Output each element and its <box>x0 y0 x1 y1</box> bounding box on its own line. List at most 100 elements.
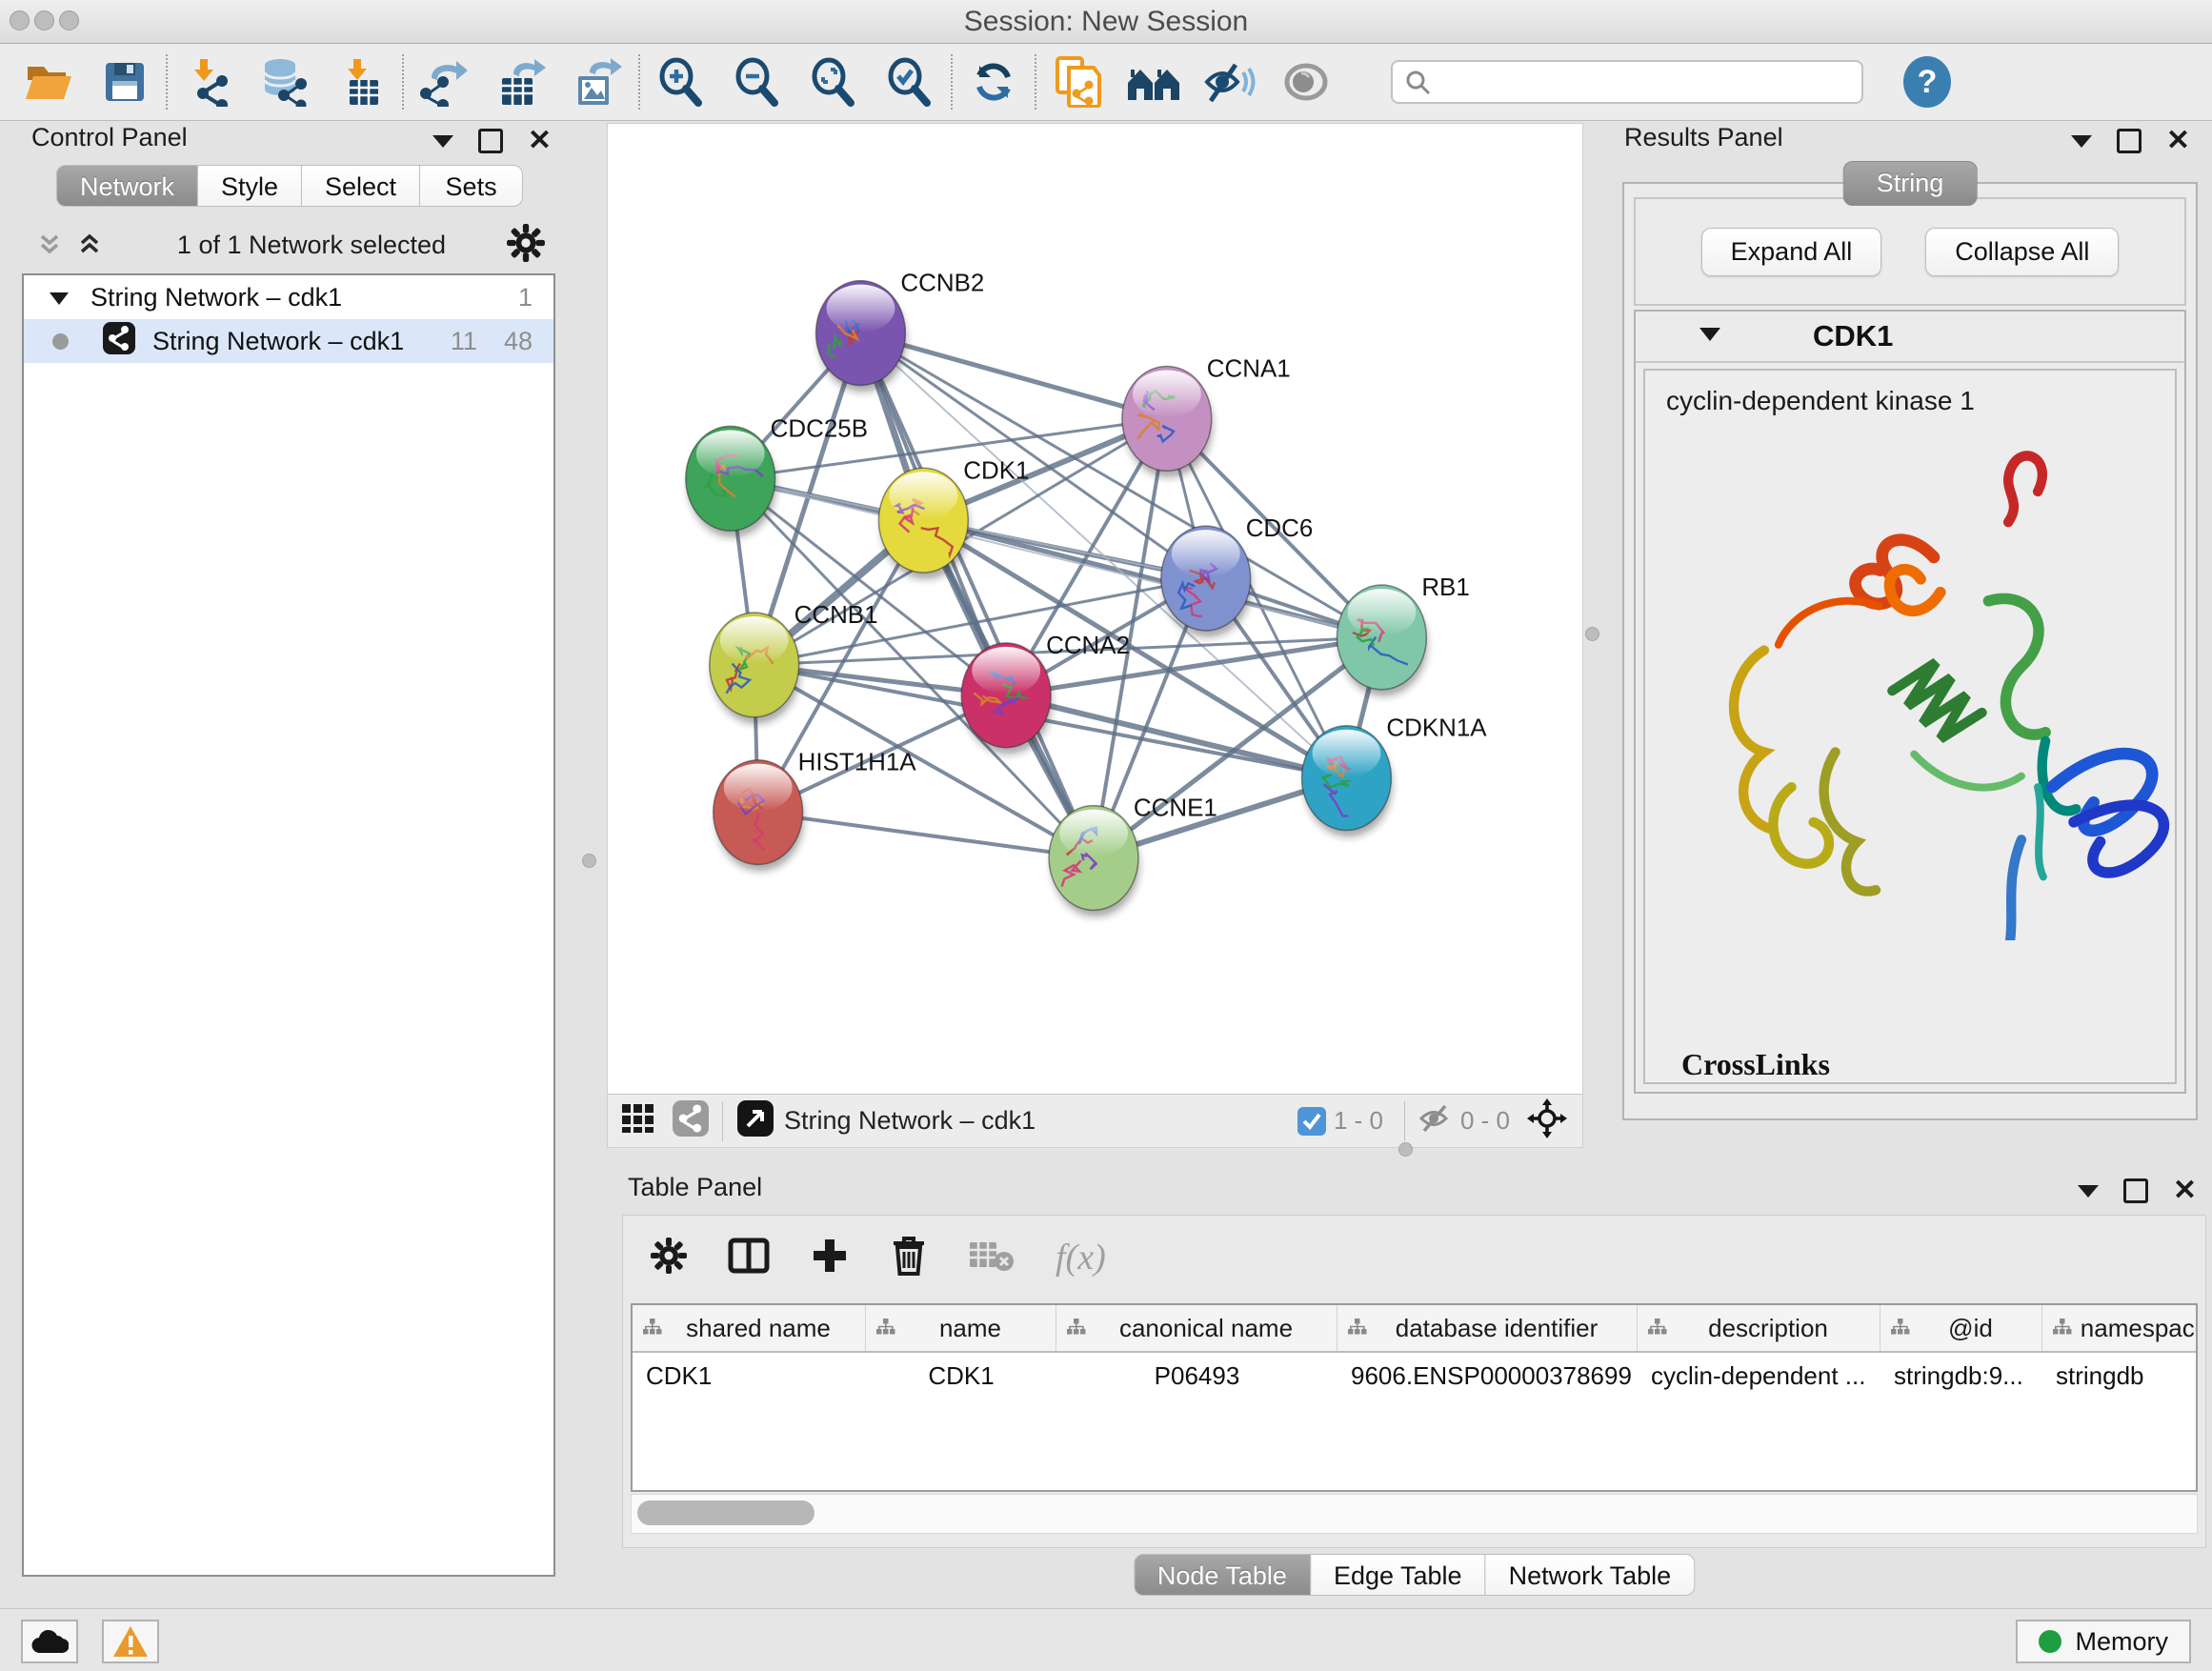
import-database-icon[interactable] <box>257 54 312 110</box>
control-tab-style[interactable]: Style <box>198 165 302 207</box>
open-session-icon[interactable] <box>21 54 76 110</box>
table-cell[interactable]: stringdb:9... <box>1880 1361 2042 1391</box>
column-header-name[interactable]: name <box>866 1305 1056 1351</box>
node-ccna1[interactable] <box>1122 366 1213 477</box>
collapse-all-icon[interactable] <box>37 232 62 257</box>
export-network-icon[interactable] <box>417 54 473 110</box>
import-network-icon[interactable] <box>181 54 236 110</box>
import-table-icon[interactable] <box>333 54 389 110</box>
network-selected-status: 1 of 1 Network selected <box>117 231 506 260</box>
close-panel-icon[interactable]: ✕ <box>2166 131 2190 151</box>
table-settings-gear-icon[interactable] <box>650 1237 688 1279</box>
zoom-in-icon[interactable] <box>654 54 709 110</box>
node-rb1[interactable] <box>1337 585 1428 696</box>
detach-view-icon[interactable] <box>736 1099 774 1142</box>
save-session-icon[interactable] <box>97 54 152 110</box>
help-icon[interactable]: ? <box>1903 56 1951 108</box>
node-cdk1[interactable] <box>878 468 969 579</box>
control-panel-title: Control Panel <box>31 123 188 152</box>
expand-all-icon[interactable] <box>77 232 102 257</box>
memory-button[interactable]: Memory <box>2016 1620 2191 1663</box>
column-header-database-identifier[interactable]: database identifier <box>1337 1305 1638 1351</box>
selected-checkbox-icon[interactable] <box>1297 1107 1326 1136</box>
tree-expander-icon[interactable] <box>49 283 70 312</box>
control-tab-select[interactable]: Select <box>302 165 420 207</box>
left-splitter-handle[interactable] <box>582 854 596 868</box>
panel-menu-icon[interactable] <box>2078 1185 2099 1198</box>
clone-network-icon[interactable] <box>1050 54 1105 110</box>
network-collection-row[interactable]: String Network – cdk1 1 <box>24 275 553 319</box>
table-cell[interactable]: CDK1 <box>633 1361 866 1391</box>
column-header-shared-name[interactable]: shared name <box>633 1305 866 1351</box>
table-tab-edge-table[interactable]: Edge Table <box>1311 1554 1486 1596</box>
zoom-fit-icon[interactable] <box>806 54 861 110</box>
table-cell[interactable]: stringdb <box>2042 1361 2198 1391</box>
birdseye-icon[interactable] <box>1527 1098 1567 1143</box>
collapse-all-button[interactable]: Collapse All <box>1925 228 2119 276</box>
network-share-icon[interactable] <box>673 1100 709 1141</box>
node-table[interactable]: shared namenamecanonical namedatabase id… <box>631 1303 2198 1492</box>
close-panel-icon[interactable]: ✕ <box>2173 1181 2197 1200</box>
selected-count: 1 - 0 <box>1334 1106 1383 1136</box>
node-cdc25b[interactable] <box>686 426 776 537</box>
hide-selected-icon[interactable] <box>1202 54 1257 110</box>
add-column-icon[interactable] <box>810 1236 850 1280</box>
cloud-button[interactable] <box>21 1620 78 1663</box>
node-ccnb1[interactable] <box>710 613 800 724</box>
close-panel-icon[interactable]: ✕ <box>528 131 552 151</box>
tab-string[interactable]: String <box>1843 161 1978 206</box>
control-tab-network[interactable]: Network <box>56 165 198 207</box>
table-tab-network-table[interactable]: Network Table <box>1486 1554 1696 1596</box>
gear-icon[interactable] <box>506 223 546 268</box>
control-panel: Control Panel ✕ NetworkStyleSelectSets 1… <box>14 123 565 1608</box>
network-canvas[interactable]: CCNB2CCNA1CDC25BCDK1CDC6RB1CCNB1CCNA2CDK… <box>608 124 1582 1095</box>
export-image-icon[interactable] <box>570 54 625 110</box>
column-header-canonical-name[interactable]: canonical name <box>1056 1305 1337 1351</box>
node-ccne1[interactable] <box>1049 806 1139 917</box>
column-header-description[interactable]: description <box>1638 1305 1880 1351</box>
node-label-cdc25b: CDC25B <box>771 415 868 442</box>
table-cell[interactable]: CDK1 <box>866 1361 1056 1391</box>
float-panel-icon[interactable] <box>2117 129 2142 153</box>
zoom-selected-icon[interactable] <box>882 54 937 110</box>
gene-details: cyclin-dependent kinase 1 <box>1643 369 2177 1084</box>
show-columns-icon[interactable] <box>728 1237 770 1279</box>
node-ccnb2[interactable] <box>816 281 907 393</box>
delete-column-icon[interactable] <box>890 1235 928 1281</box>
expand-all-button[interactable]: Expand All <box>1701 228 1882 276</box>
table-cell[interactable]: 9606.ENSP00000378699 <box>1337 1361 1638 1391</box>
node-ccna2[interactable] <box>961 643 1052 755</box>
zoom-out-icon[interactable] <box>730 54 785 110</box>
table-tab-node-table[interactable]: Node Table <box>1134 1554 1311 1596</box>
table-horizontal-scrollbar[interactable] <box>631 1494 2198 1534</box>
float-panel-icon[interactable] <box>2123 1178 2148 1203</box>
table-cell[interactable]: P06493 <box>1056 1361 1337 1391</box>
gene-description: cyclin-dependent kinase 1 <box>1666 386 2175 416</box>
gene-section-header[interactable]: CDK1 <box>1636 312 2184 363</box>
refresh-icon[interactable] <box>966 54 1021 110</box>
right-splitter-handle[interactable] <box>1585 627 1599 641</box>
show-all-icon[interactable] <box>1278 54 1334 110</box>
hidden-eye-icon <box>1418 1104 1453 1137</box>
horizontal-splitter-handle[interactable] <box>1398 1142 1413 1157</box>
table-cell[interactable]: cyclin-dependent ... <box>1638 1361 1880 1391</box>
node-hist1h1a[interactable] <box>714 760 804 872</box>
grid-view-icon[interactable] <box>621 1101 655 1140</box>
home-layout-icon[interactable] <box>1126 54 1181 110</box>
control-tab-sets[interactable]: Sets <box>420 165 523 207</box>
panel-menu-icon[interactable] <box>2071 135 2092 148</box>
table-row[interactable]: CDK1CDK1P064939606.ENSP00000378699cyclin… <box>633 1353 2196 1399</box>
section-expander-icon[interactable] <box>1699 326 1721 347</box>
column-header-id[interactable]: @id <box>1880 1305 2042 1351</box>
export-table-icon[interactable] <box>493 54 549 110</box>
float-panel-icon[interactable] <box>478 129 503 153</box>
warnings-button[interactable] <box>102 1620 159 1663</box>
network-row[interactable]: String Network – cdk1 11 48 <box>24 319 553 363</box>
column-header-namespace[interactable]: namespace <box>2042 1305 2198 1351</box>
panel-menu-icon[interactable] <box>432 135 453 148</box>
results-scroll-area: CDK1 cyclin-dependent kinase 1 <box>1634 310 2186 1094</box>
scrollbar-thumb[interactable] <box>637 1500 814 1525</box>
search-input[interactable] <box>1391 60 1863 104</box>
node-cdkn1a[interactable] <box>1302 726 1393 837</box>
main-toolbar: ? <box>0 44 2212 121</box>
